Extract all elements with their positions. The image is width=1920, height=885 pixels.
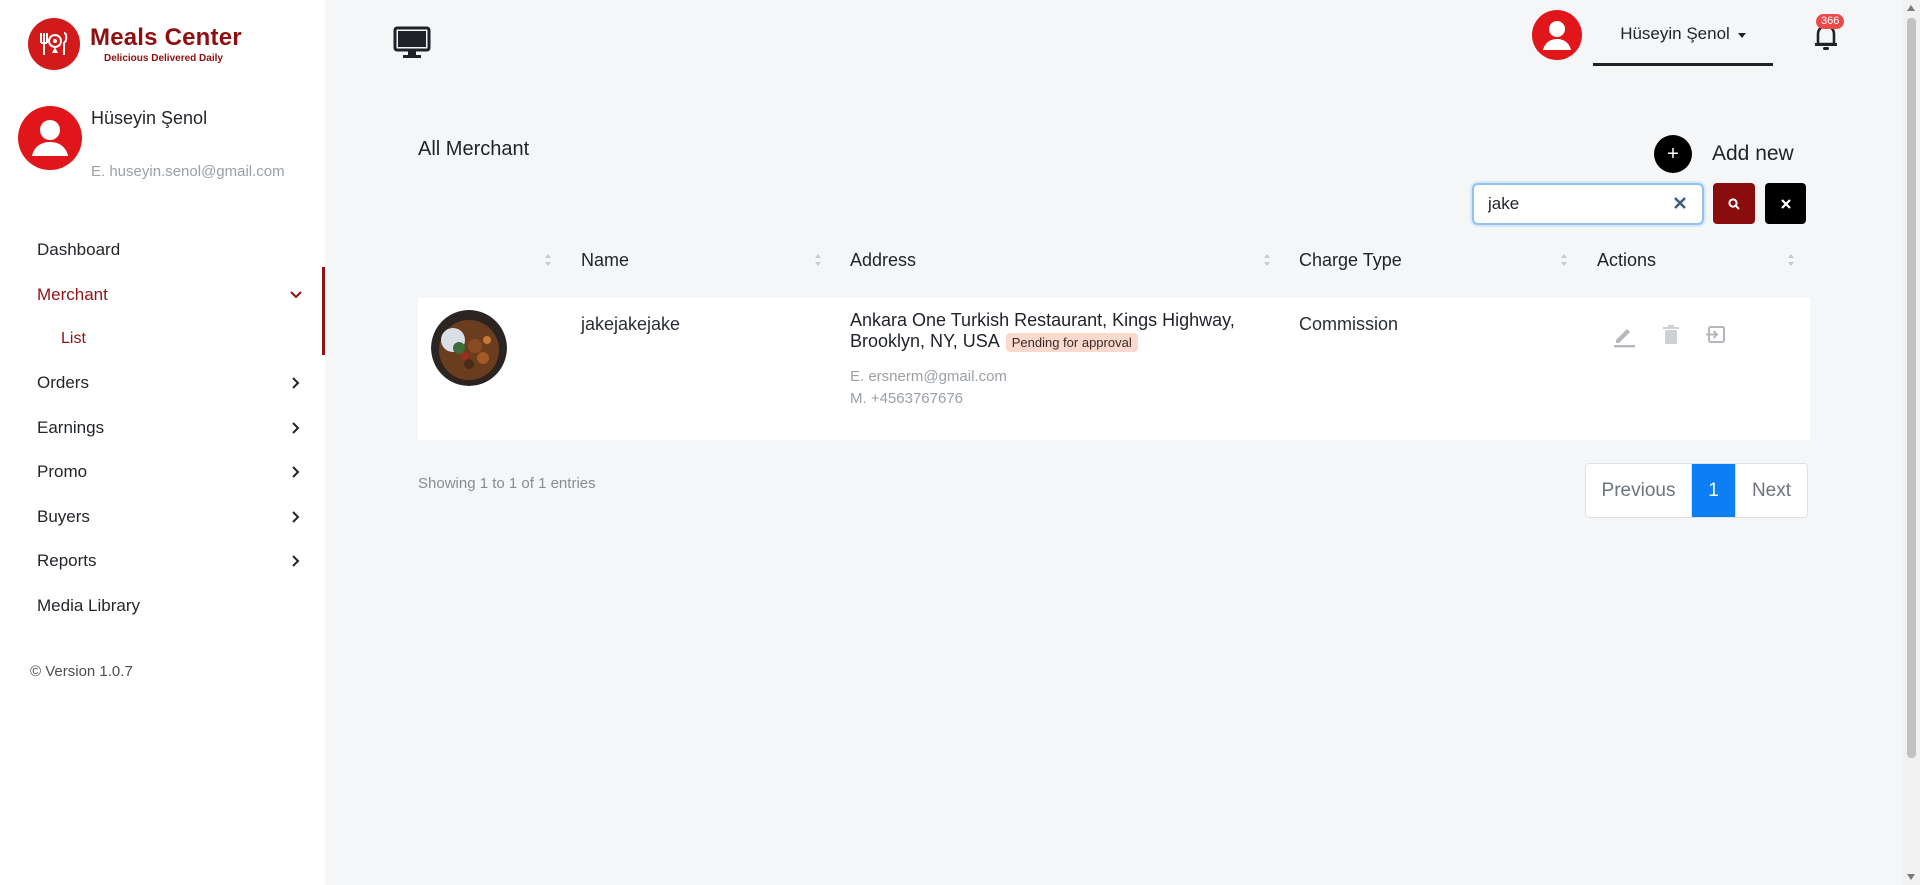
chevron-right-icon (292, 422, 300, 434)
sidebar-item-media-library[interactable]: Media Library (0, 584, 325, 629)
notification-badge: 366 (1816, 14, 1845, 29)
column-header-address[interactable]: Address (850, 250, 916, 271)
merchant-name: jakejakejake (581, 314, 681, 334)
clear-input-icon[interactable] (1672, 195, 1688, 211)
column-header-charge-type[interactable]: Charge Type (1299, 250, 1402, 271)
sidebar-item-label: Buyers (37, 506, 90, 526)
version-label: © Version 1.0.7 (30, 663, 133, 680)
chevron-right-icon (292, 377, 300, 389)
status-badge: Pending for approval (1005, 332, 1138, 352)
user-icon (32, 120, 68, 156)
sidebar-item-label: Dashboard (37, 240, 121, 260)
pagination-next[interactable]: Next (1735, 464, 1807, 517)
search-input[interactable] (1474, 185, 1702, 223)
merchant-charge-type: Commission (1299, 314, 1399, 334)
sidebar-item-dashboard[interactable]: Dashboard (0, 228, 325, 273)
merchant-address: Ankara One Turkish Restaurant, Kings Hig… (850, 310, 1270, 352)
sidebar-item-merchant[interactable]: Merchant (0, 273, 325, 318)
sidebar-user: Hüseyin Şenol E. huseyin.senol@gmail.com (18, 106, 318, 186)
sidebar-item-earnings[interactable]: Earnings (0, 406, 325, 451)
sidebar-user-name: Hüseyin Şenol (91, 108, 208, 128)
pagination-previous[interactable]: Previous (1586, 464, 1692, 517)
sidebar-item-promo[interactable]: Promo (0, 450, 325, 495)
page-title: All Merchant (418, 138, 530, 160)
delete-icon[interactable] (1658, 322, 1684, 348)
scroll-thumb[interactable] (1907, 18, 1916, 758)
sort-icon[interactable] (1560, 252, 1568, 268)
merchant-thumbnail (431, 310, 507, 386)
brand-name: Meals Center (90, 24, 242, 51)
column-header-actions[interactable]: Actions (1597, 250, 1656, 271)
close-icon (1780, 198, 1791, 209)
table-row: jakejakejake Ankara One Turkish Restaura… (418, 298, 1810, 440)
search-box (1472, 183, 1704, 225)
sidebar-item-orders[interactable]: Orders (0, 361, 325, 406)
brand-tagline: Delicious Delivered Daily (104, 53, 223, 64)
merchant-contact: E. ersnerm@gmail.com M. +4563767676 (850, 366, 1007, 410)
chevron-right-icon (292, 555, 300, 567)
sidebar-item-buyers[interactable]: Buyers (0, 495, 325, 540)
brand-logo[interactable]: Meals Center Delicious Delivered Daily (28, 18, 242, 70)
avatar[interactable] (18, 106, 82, 170)
sidebar-item-label: Earnings (37, 417, 105, 437)
login-as-merchant-icon[interactable] (1703, 322, 1729, 348)
sidebar-item-label: Reports (37, 551, 97, 571)
search-icon (1728, 197, 1740, 210)
pagination: Previous 1 Next (1585, 463, 1808, 518)
column-header-name[interactable]: Name (581, 250, 629, 271)
pagination-page-1[interactable]: 1 (1692, 464, 1735, 517)
topbar-avatar[interactable] (1532, 10, 1582, 60)
sidebar-user-email: E. huseyin.senol@gmail.com (91, 163, 285, 180)
sidebar-nav: Dashboard Merchant List Orders Earnings … (0, 228, 325, 628)
add-new-button[interactable]: + (1654, 135, 1692, 173)
user-icon (1543, 21, 1571, 50)
sidebar-item-label: List (61, 330, 86, 347)
merchant-email: E. ersnerm@gmail.com (850, 368, 1007, 385)
user-menu-name: Hüseyin Şenol (1620, 24, 1730, 43)
merchant-mobile: M. +4563767676 (850, 390, 964, 407)
plus-icon: + (1667, 142, 1679, 165)
sidebar-item-reports[interactable]: Reports (0, 539, 325, 584)
page-scrollbar[interactable] (1903, 0, 1920, 885)
scroll-down-icon[interactable] (1907, 874, 1915, 880)
chevron-down-icon (290, 291, 302, 299)
sidebar: Meals Center Delicious Delivered Daily H… (0, 0, 325, 885)
sort-icon[interactable] (814, 252, 822, 268)
caret-down-icon (1737, 33, 1746, 38)
sidebar-item-label: Promo (37, 462, 88, 482)
chevron-right-icon (292, 511, 300, 523)
active-indicator (322, 267, 325, 355)
search-button[interactable] (1713, 183, 1755, 224)
chevron-right-icon (292, 466, 300, 478)
sidebar-item-label: Media Library (37, 595, 140, 615)
edit-icon[interactable] (1611, 322, 1637, 348)
user-menu-dropdown[interactable]: Hüseyin Şenol (1593, 18, 1773, 66)
table-header: Name Address Charge Type Actions (418, 244, 1810, 280)
sort-icon[interactable] (1787, 252, 1795, 268)
sidebar-item-label: Merchant (37, 284, 108, 304)
entries-info: Showing 1 to 1 of 1 entries (418, 475, 596, 492)
reset-search-button[interactable] (1765, 183, 1806, 224)
sort-icon[interactable] (544, 252, 552, 268)
scroll-up-icon[interactable] (1907, 5, 1915, 11)
monitor-icon[interactable] (393, 26, 431, 60)
sidebar-item-merchant-list[interactable]: List (0, 317, 325, 361)
sidebar-item-label: Orders (37, 373, 89, 393)
sort-icon[interactable] (1263, 252, 1271, 268)
add-new-label[interactable]: Add new (1712, 142, 1794, 166)
restaurant-logo-icon (28, 18, 80, 70)
food-image-icon (431, 310, 507, 386)
